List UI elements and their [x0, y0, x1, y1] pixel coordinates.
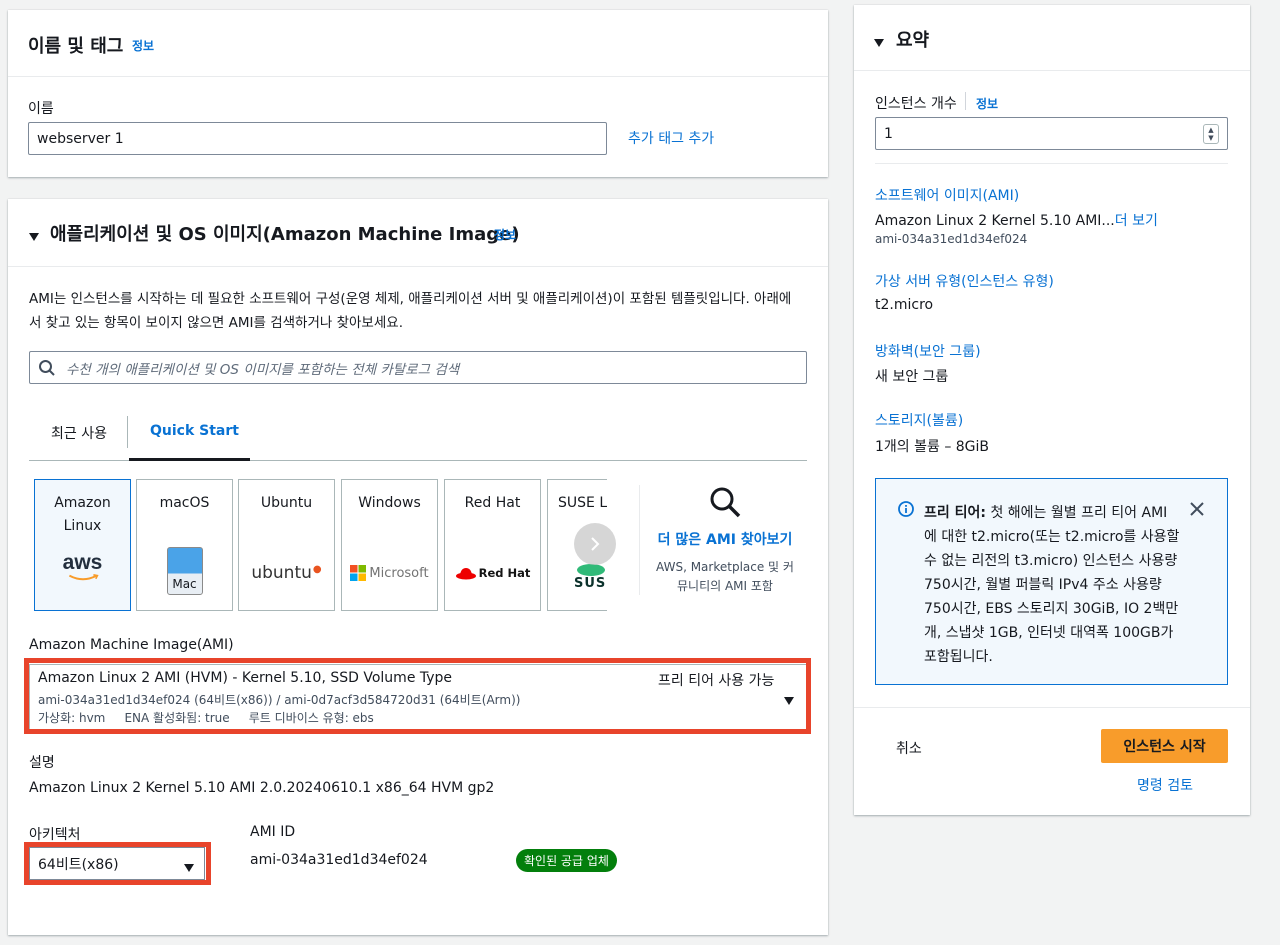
instance-count-value: 1	[884, 125, 893, 142]
add-tag-link[interactable]: 추가 태그 추가	[628, 128, 714, 148]
tile-label: Red Hat	[464, 495, 521, 511]
tile-label: Windows	[358, 495, 421, 511]
cancel-button[interactable]: 취소	[896, 738, 922, 758]
collapse-caret-icon[interactable]	[29, 226, 39, 245]
storage-link[interactable]: 스토리지(볼륨)	[875, 410, 963, 430]
tile-macos[interactable]: macOS Mac	[136, 479, 233, 611]
divider	[854, 70, 1250, 71]
tile-amazon-linux[interactable]: Amazon Linux aws	[34, 479, 131, 611]
software-image-id: ami-034a31ed1d34ef024	[875, 232, 1028, 246]
tile-label: Ubuntu	[260, 495, 313, 511]
name-input[interactable]: webserver 1	[28, 122, 607, 155]
suse-logo: SUS	[548, 562, 607, 592]
instance-count-info-link[interactable]: 정보	[976, 95, 998, 112]
divider	[8, 266, 828, 267]
redhat-logo: Red Hat	[445, 558, 540, 588]
tile-windows[interactable]: Windows Microsoft	[341, 479, 438, 611]
collapse-caret-icon[interactable]	[874, 32, 884, 51]
architecture-label: 아키텍처	[29, 827, 81, 843]
browse-more-desc-2: 뮤니티의 AMI 포함	[677, 579, 773, 593]
divider	[875, 163, 1228, 164]
close-icon[interactable]	[1189, 501, 1205, 517]
free-tier-text: 프리 티어: 첫 해에는 월별 프리 티어 AMI 에 대한 t2.micro(…	[924, 505, 1180, 665]
name-tags-panel: 이름 및 태그 정보 이름 webserver 1 추가 태그 추가	[8, 10, 828, 177]
name-tags-info-link[interactable]: 정보	[132, 37, 154, 54]
description-value: Amazon Linux 2 Kernel 5.10 AMI 2.0.20240…	[29, 780, 495, 796]
aws-logo: aws	[35, 552, 130, 582]
tile-label: Amazon Linux	[54, 495, 111, 534]
chevron-right-icon	[591, 537, 600, 551]
software-image-value: Amazon Linux 2 Kernel 5.10 AMI...더 보기	[875, 213, 1158, 229]
name-label: 이름	[28, 101, 54, 117]
summary-title: 요약	[896, 30, 930, 51]
tab-recent[interactable]: 최근 사용	[51, 423, 107, 443]
ami-id-label: AMI ID	[250, 824, 296, 840]
browse-more-ami[interactable]: 더 많은 AMI 찾아보기 AWS, Marketplace 및 커 뮤니티의 …	[650, 485, 800, 594]
ami-info-link[interactable]: 정보	[494, 226, 516, 243]
label-divider	[965, 92, 966, 110]
ami-id-value: ami-034a31ed1d34ef024	[250, 852, 428, 868]
architecture-highlight-box	[24, 842, 211, 885]
tab-quick-start[interactable]: Quick Start	[150, 423, 239, 439]
tile-ubuntu[interactable]: Ubuntu ubuntu ●	[238, 479, 335, 611]
free-tier-alert: 프리 티어: 첫 해에는 월별 프리 티어 AMI 에 대한 t2.micro(…	[875, 478, 1228, 685]
tab-active-indicator	[129, 458, 250, 461]
launch-instance-button[interactable]: 인스턴스 시작	[1101, 729, 1228, 763]
ami-select-label: Amazon Machine Image(AMI)	[29, 637, 234, 653]
ami-description-line1: AMI는 인스턴스를 시작하는 데 필요한 소프트웨어 구성(운영 체제, 애플…	[29, 291, 792, 307]
info-icon	[898, 501, 914, 517]
instance-type-link[interactable]: 가상 서버 유형(인스턴스 유형)	[875, 271, 1054, 291]
software-image-link[interactable]: 소프트웨어 이미지(AMI)	[875, 185, 1019, 205]
tab-divider	[127, 416, 128, 448]
search-icon	[38, 359, 56, 377]
more-link[interactable]: 더 보기	[1115, 213, 1158, 229]
search-icon	[710, 487, 741, 518]
verified-provider-badge: 확인된 공급 업체	[516, 849, 617, 872]
free-tier-title: 프리 티어:	[924, 505, 986, 521]
carousel-next-button[interactable]	[574, 523, 616, 565]
storage-value: 1개의 볼륨 – 8GiB	[875, 439, 990, 455]
tile-label: SUSE Li	[558, 495, 607, 511]
ami-section-title: 애플리케이션 및 OS 이미지(Amazon Machine Image)	[50, 224, 520, 245]
ami-highlight-box	[24, 658, 811, 734]
divider	[854, 707, 1250, 708]
mac-logo: Mac	[137, 546, 232, 596]
instance-count-label: 인스턴스 개수	[875, 96, 957, 112]
browse-more-ami-link[interactable]: 더 많은 AMI 찾아보기	[650, 529, 800, 549]
microsoft-logo: Microsoft	[342, 558, 437, 588]
ami-search-input[interactable]: 수천 개의 애플리케이션 및 OS 이미지를 포함하는 전체 카탈로그 검색	[29, 351, 807, 384]
description-label: 설명	[29, 755, 55, 771]
firewall-value: 새 보안 그룹	[875, 369, 949, 385]
tile-redhat[interactable]: Red Hat Red Hat	[444, 479, 541, 611]
browse-more-desc-1: AWS, Marketplace 및 커	[656, 560, 794, 574]
stepper-icon[interactable]: ▲ ▼	[1203, 124, 1219, 144]
firewall-link[interactable]: 방화벽(보안 그룹)	[875, 341, 981, 361]
divider	[8, 76, 828, 77]
instance-count-input[interactable]: 1 ▲ ▼	[875, 117, 1228, 150]
ubuntu-logo: ubuntu ●	[251, 563, 322, 583]
search-placeholder: 수천 개의 애플리케이션 및 OS 이미지를 포함하는 전체 카탈로그 검색	[66, 361, 460, 378]
tile-label: macOS	[159, 495, 210, 511]
name-tags-title: 이름 및 태그	[28, 36, 124, 57]
tiles-separator	[639, 485, 640, 595]
instance-type-value: t2.micro	[875, 297, 934, 313]
review-commands-link[interactable]: 명령 검토	[1137, 775, 1193, 795]
ami-description-line2: 서 찾고 있는 항목이 보이지 않으면 AMI를 검색하거나 찾아보세요.	[29, 315, 403, 331]
